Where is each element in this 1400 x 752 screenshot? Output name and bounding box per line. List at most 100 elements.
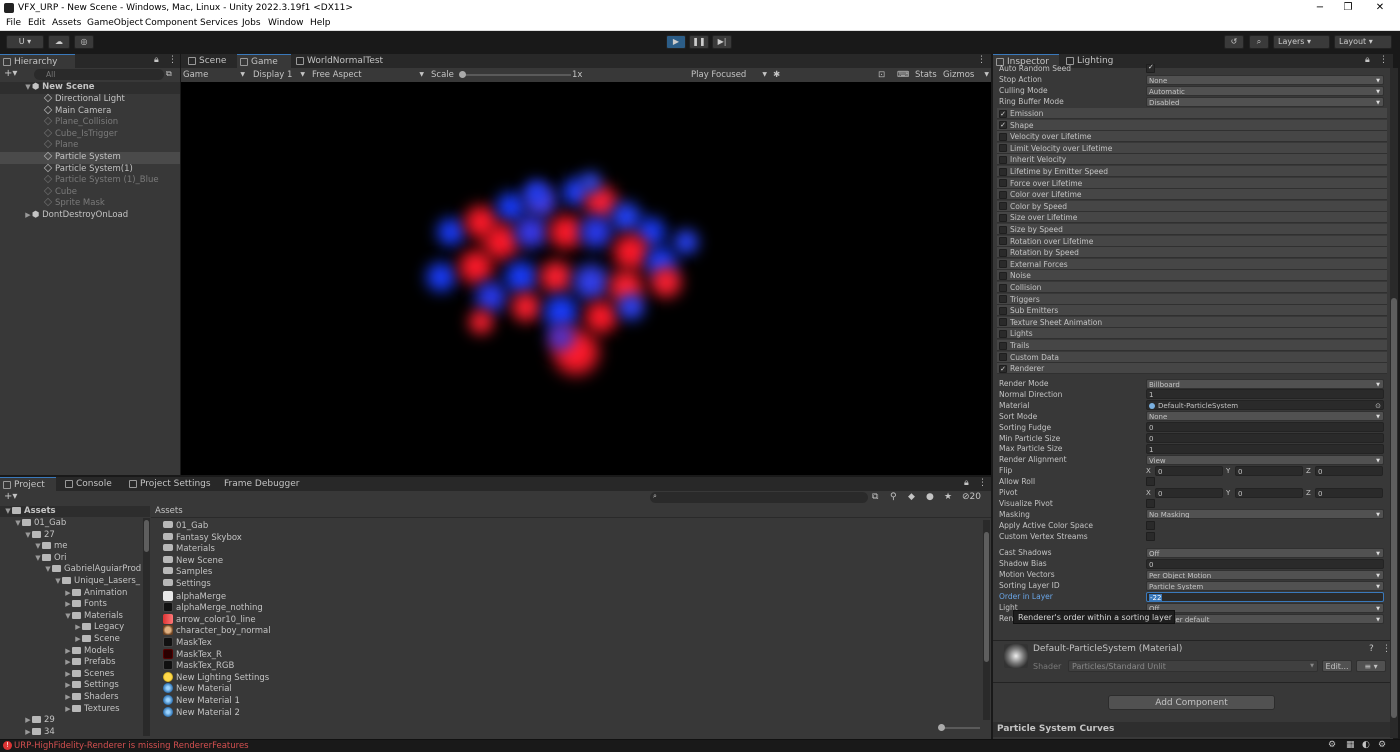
project-tree-item[interactable]: ▼ Unique_Lasers_ (54, 576, 140, 588)
project-asset-item[interactable]: New Material (163, 683, 232, 695)
project-tree-item[interactable]: ▶ Textures (64, 704, 119, 716)
scene-row[interactable]: ▼⬢ New Scene (0, 82, 180, 94)
module-checkbox[interactable] (999, 271, 1007, 280)
menu-gameobject[interactable]: GameObject (87, 16, 143, 31)
shader-menu-button[interactable]: ≡ ▾ (1356, 660, 1386, 672)
inspector-checkbox[interactable] (1146, 498, 1155, 508)
game-viewport[interactable] (181, 82, 991, 475)
inspector-field[interactable]: ⊙ Default-ParticleSystem (1146, 400, 1384, 411)
expand-arrow-icon[interactable]: ▶ (74, 634, 82, 646)
hierarchy-item[interactable]: Particle System(1) (0, 163, 180, 176)
shader-edit-button[interactable]: Edit... (1322, 660, 1352, 672)
axis-x-field[interactable]: 0 (1155, 465, 1223, 476)
search-menu-icon[interactable]: ⧉ (166, 69, 172, 79)
menu-window[interactable]: Window (268, 16, 304, 31)
tab-worldnormaltest[interactable]: WorldNormalTest (293, 54, 393, 68)
inspector-scrollbar[interactable] (1390, 68, 1398, 738)
scale-slider-handle[interactable] (459, 71, 466, 78)
menu-jobs[interactable]: Jobs (242, 16, 261, 31)
gizmos-dropdown[interactable]: Gizmos ▼ (943, 68, 989, 82)
module-checkbox[interactable] (999, 167, 1007, 176)
add-icon[interactable]: +▾ (4, 491, 17, 502)
assets-tree-header[interactable]: ▼ Assets (0, 506, 150, 517)
project-tree-item[interactable]: ▶ Shaders (64, 692, 118, 704)
inspector-checkbox[interactable] (1146, 477, 1155, 487)
hierarchy-item[interactable]: Particle System (1)_Blue (0, 174, 180, 187)
project-tree-item[interactable]: ▶ Models (64, 646, 114, 658)
expand-arrow-icon[interactable]: ▶ (74, 622, 82, 634)
display-dropdown[interactable]: Display 1 ▼ (253, 68, 305, 82)
project-tree-item[interactable]: ▼ GabrielAguiarProd (44, 564, 141, 576)
module-checkbox[interactable] (999, 144, 1007, 153)
project-asset-item[interactable]: Samples (163, 567, 212, 579)
collab-icon[interactable]: ◎ (74, 35, 94, 49)
axis-z-field[interactable]: 0 (1315, 465, 1383, 476)
project-tree-item[interactable]: ▼ 01_Gab (14, 518, 66, 530)
module-header[interactable]: ✓ Emission (997, 108, 1387, 119)
inspector-dropdown[interactable]: Automatic (1146, 85, 1384, 96)
inspector-field[interactable]: 0 (1146, 558, 1384, 569)
module-checkbox[interactable] (999, 260, 1007, 269)
object-picker-icon[interactable]: ⊙ (1375, 401, 1381, 409)
scale-slider[interactable] (461, 74, 571, 76)
expand-arrow-icon[interactable]: ▶ (64, 692, 72, 704)
project-asset-item[interactable]: New Scene (163, 555, 223, 568)
module-header[interactable]: Velocity over Lifetime (997, 131, 1387, 143)
menu-component[interactable]: Component (145, 16, 197, 31)
project-asset-item[interactable]: arrow_color10_line (163, 613, 256, 626)
hierarchy-item[interactable]: Plane (0, 140, 180, 152)
menu-file[interactable]: File (6, 16, 21, 31)
module-checkbox[interactable]: ✓ (999, 121, 1007, 130)
tag-icon[interactable]: ◆ (908, 492, 915, 502)
filter-type-icon[interactable]: ⧉ (872, 492, 878, 502)
tree-scrollbar[interactable] (143, 518, 150, 736)
module-header[interactable]: Color by Speed (997, 200, 1387, 212)
expand-arrow-icon[interactable]: ▼ (24, 530, 32, 542)
hierarchy-item[interactable]: Plane_Collision (0, 116, 180, 129)
module-checkbox[interactable] (999, 202, 1007, 211)
stats-button[interactable]: Stats (915, 68, 937, 82)
project-asset-item[interactable]: MaskTex_R (163, 648, 222, 661)
project-asset-item[interactable]: Fantasy Skybox (163, 532, 242, 545)
module-checkbox[interactable] (999, 248, 1007, 257)
project-asset-item[interactable]: 01_Gab (163, 521, 208, 533)
inspector-dropdown[interactable]: Particle System (1146, 580, 1384, 591)
filter-label-icon[interactable]: ⚲ (890, 492, 897, 502)
expand-arrow-icon[interactable]: ▶ (24, 727, 32, 739)
module-checkbox[interactable] (999, 295, 1007, 304)
mute-audio-icon[interactable]: ✱ (773, 68, 780, 82)
lock-icon[interactable]: 🔒︎ (154, 55, 159, 65)
module-header[interactable]: Lights (997, 328, 1387, 340)
tab-frame-debugger[interactable]: Frame Debugger (222, 477, 302, 491)
cloud-icon[interactable]: ☁ (48, 35, 70, 49)
expand-arrow-icon[interactable]: ▶ (64, 657, 72, 669)
more-icon[interactable]: ⋮ (168, 55, 177, 65)
inspector-dropdown[interactable]: Billboard (1146, 378, 1384, 389)
expand-arrow-icon[interactable]: ▼ (14, 518, 22, 530)
inspector-checkbox[interactable]: ✓ (1146, 63, 1155, 73)
shader-dropdown[interactable]: Particles/Standard Unlit ▼ (1068, 660, 1318, 672)
module-checkbox[interactable] (999, 353, 1007, 362)
inspector-dropdown[interactable]: None (1146, 411, 1384, 422)
progress-icon[interactable]: ◐ (1362, 740, 1370, 750)
module-header[interactable]: Custom Data (997, 351, 1387, 363)
project-tree-item[interactable]: ▶ Scene (74, 634, 120, 646)
pause-button[interactable]: ❚❚ (689, 35, 709, 49)
module-header[interactable]: Force over Lifetime (997, 177, 1387, 189)
cache-icon[interactable]: ▦ (1346, 740, 1355, 750)
project-tree-item[interactable]: ▼ Materials (64, 611, 123, 623)
axis-x-field[interactable]: 0 (1155, 487, 1223, 498)
maximize-button[interactable]: ❐ (1333, 0, 1363, 16)
dontdestroy-row[interactable]: ▶⬢ DontDestroyOnLoad (0, 210, 180, 222)
inspector-dropdown[interactable]: None (1146, 74, 1384, 85)
account-button[interactable]: U ▾ (6, 35, 44, 49)
expand-arrow-icon[interactable]: ▶ (64, 704, 72, 716)
particle-curves-header[interactable]: Particle System Curves (993, 722, 1390, 737)
project-asset-item[interactable]: alphaMerge_nothing (163, 602, 263, 614)
module-header[interactable]: Limit Velocity over Lifetime (997, 142, 1387, 154)
project-tree-item[interactable]: ▶ 29 (24, 715, 55, 727)
star-icon[interactable]: ★ (944, 492, 952, 502)
play-focused-dropdown[interactable]: Play Focused ▼ (691, 68, 767, 82)
module-header[interactable]: External Forces (997, 258, 1387, 270)
help-icon[interactable]: ? (1369, 644, 1374, 654)
